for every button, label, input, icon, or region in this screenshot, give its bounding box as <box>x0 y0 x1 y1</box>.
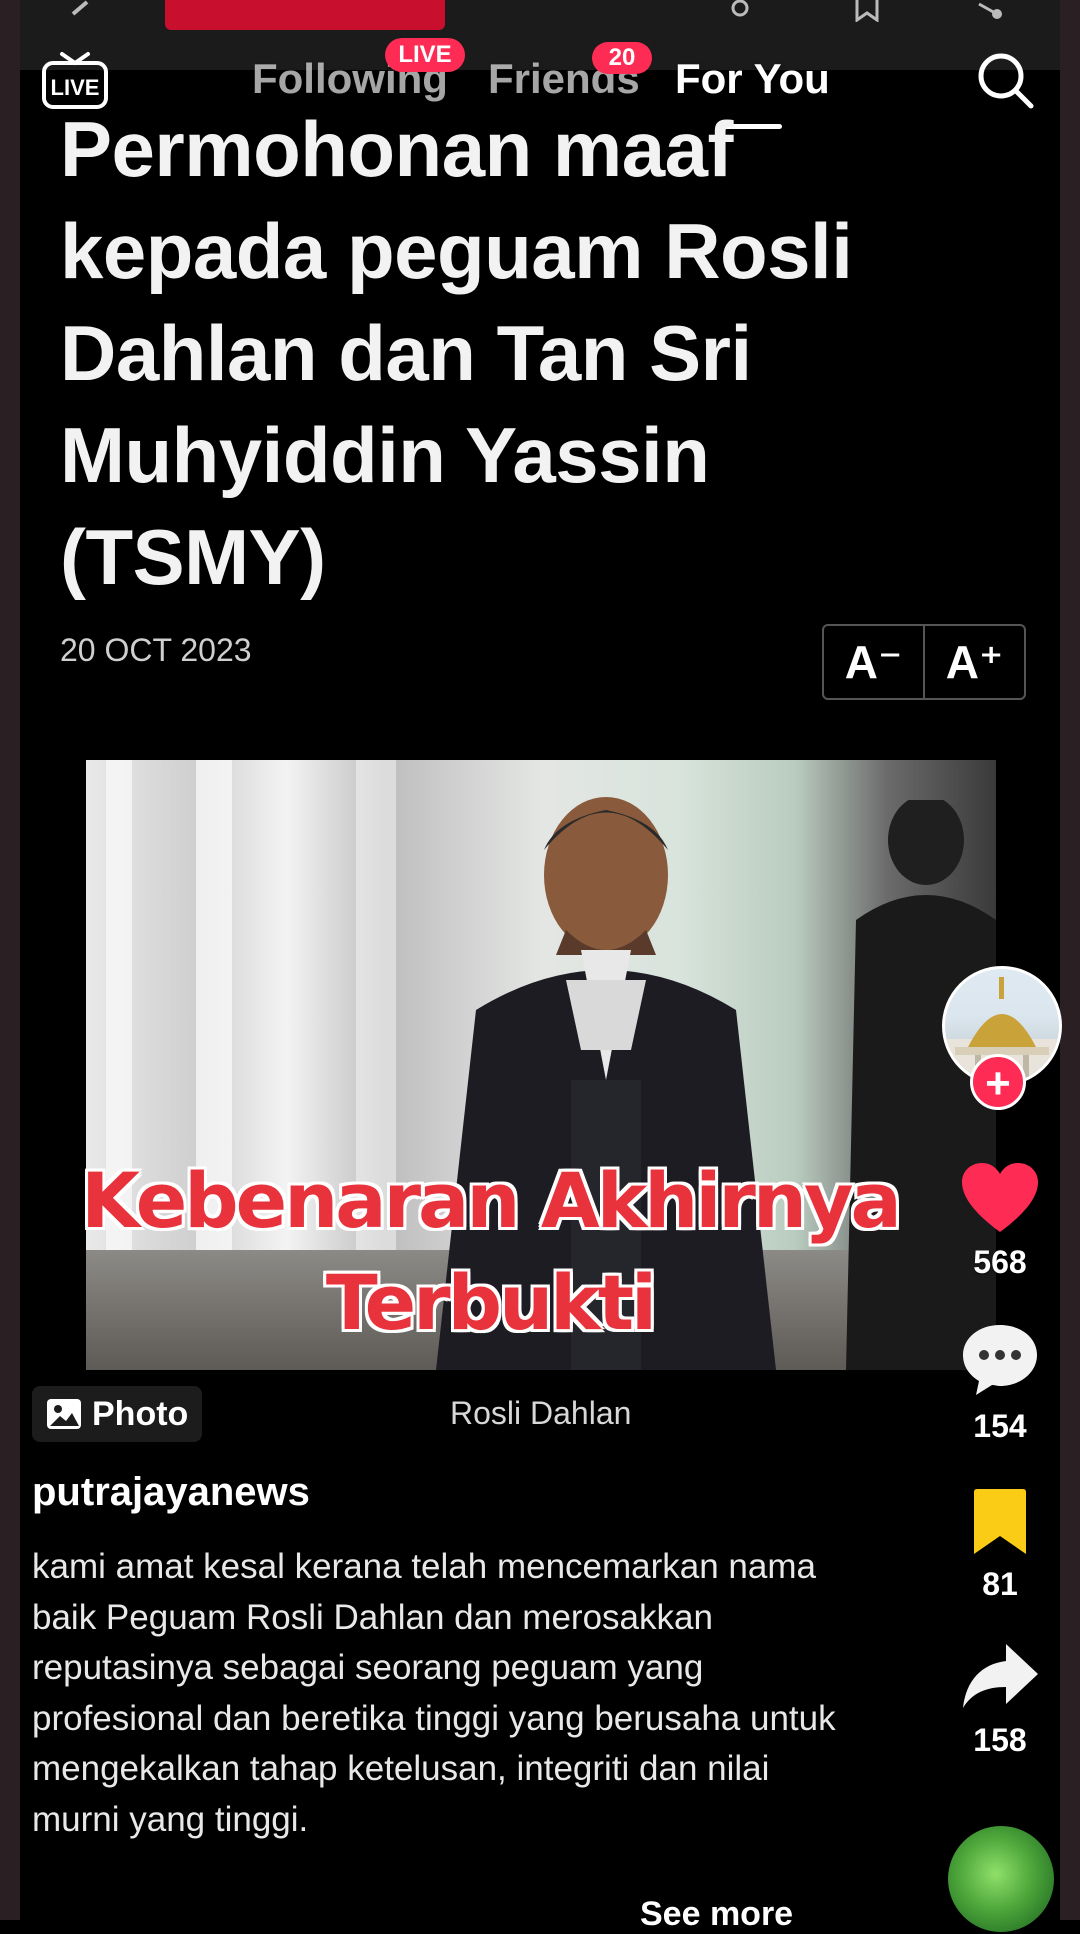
font-decrease-button: A⁻ <box>824 626 925 698</box>
follow-button[interactable]: + <box>970 1054 1026 1110</box>
photo-caption: Rosli Dahlan <box>450 1395 632 1431</box>
see-more-link[interactable]: See more <box>640 1895 793 1934</box>
following-live-badge: LIVE <box>385 38 465 72</box>
article-headline: Permohonan maaf kepada peguam Rosli Dahl… <box>60 105 853 601</box>
like-button[interactable]: 568 <box>950 1162 1050 1281</box>
bookmark-outline-icon <box>852 0 882 23</box>
overlay-caption: Kebenaran Akhirnya Terbukti <box>40 1150 940 1354</box>
publisher-logo <box>165 0 445 30</box>
post-username[interactable]: putrajayanews <box>32 1470 310 1515</box>
comment-button[interactable]: 154 <box>950 1322 1050 1445</box>
save-count: 81 <box>982 1566 1018 1602</box>
back-arrow-icon <box>65 0 95 22</box>
overlay-line-1: Kebenaran Akhirnya <box>81 1156 902 1245</box>
overlay-line-2: Terbukti <box>325 1258 657 1347</box>
font-increase-button: A⁺ <box>945 636 1004 688</box>
lightbulb-icon <box>725 0 755 22</box>
background-frame-left <box>0 0 20 1920</box>
share-nodes-icon <box>975 0 1005 22</box>
save-button[interactable]: 81 <box>950 1488 1050 1603</box>
bookmark-icon <box>974 1489 1026 1554</box>
comment-count: 154 <box>973 1408 1027 1444</box>
tab-for-you[interactable]: For You <box>675 55 830 103</box>
background-frame-right <box>1060 0 1080 1920</box>
search-button[interactable] <box>975 50 1037 112</box>
share-count: 158 <box>973 1722 1027 1758</box>
friends-count-badge: 20 <box>592 42 652 74</box>
post-description: kami amat kesal kerana telah mencemarkan… <box>32 1547 836 1839</box>
photo-mode-chip[interactable]: Photo <box>32 1386 202 1442</box>
heart-icon <box>962 1163 1038 1232</box>
music-disc[interactable] <box>948 1826 1054 1932</box>
share-button[interactable]: 158 <box>950 1640 1050 1759</box>
share-arrow-icon <box>963 1644 1038 1708</box>
image-icon <box>47 1399 81 1429</box>
comment-bubble-icon <box>963 1325 1037 1395</box>
search-icon <box>978 53 1034 109</box>
font-size-controls: A⁻ A⁺ <box>822 624 1026 700</box>
article-date: 20 OCT 2023 <box>60 632 252 668</box>
like-count: 568 <box>973 1244 1027 1280</box>
photo-chip-label: Photo <box>92 1394 189 1433</box>
